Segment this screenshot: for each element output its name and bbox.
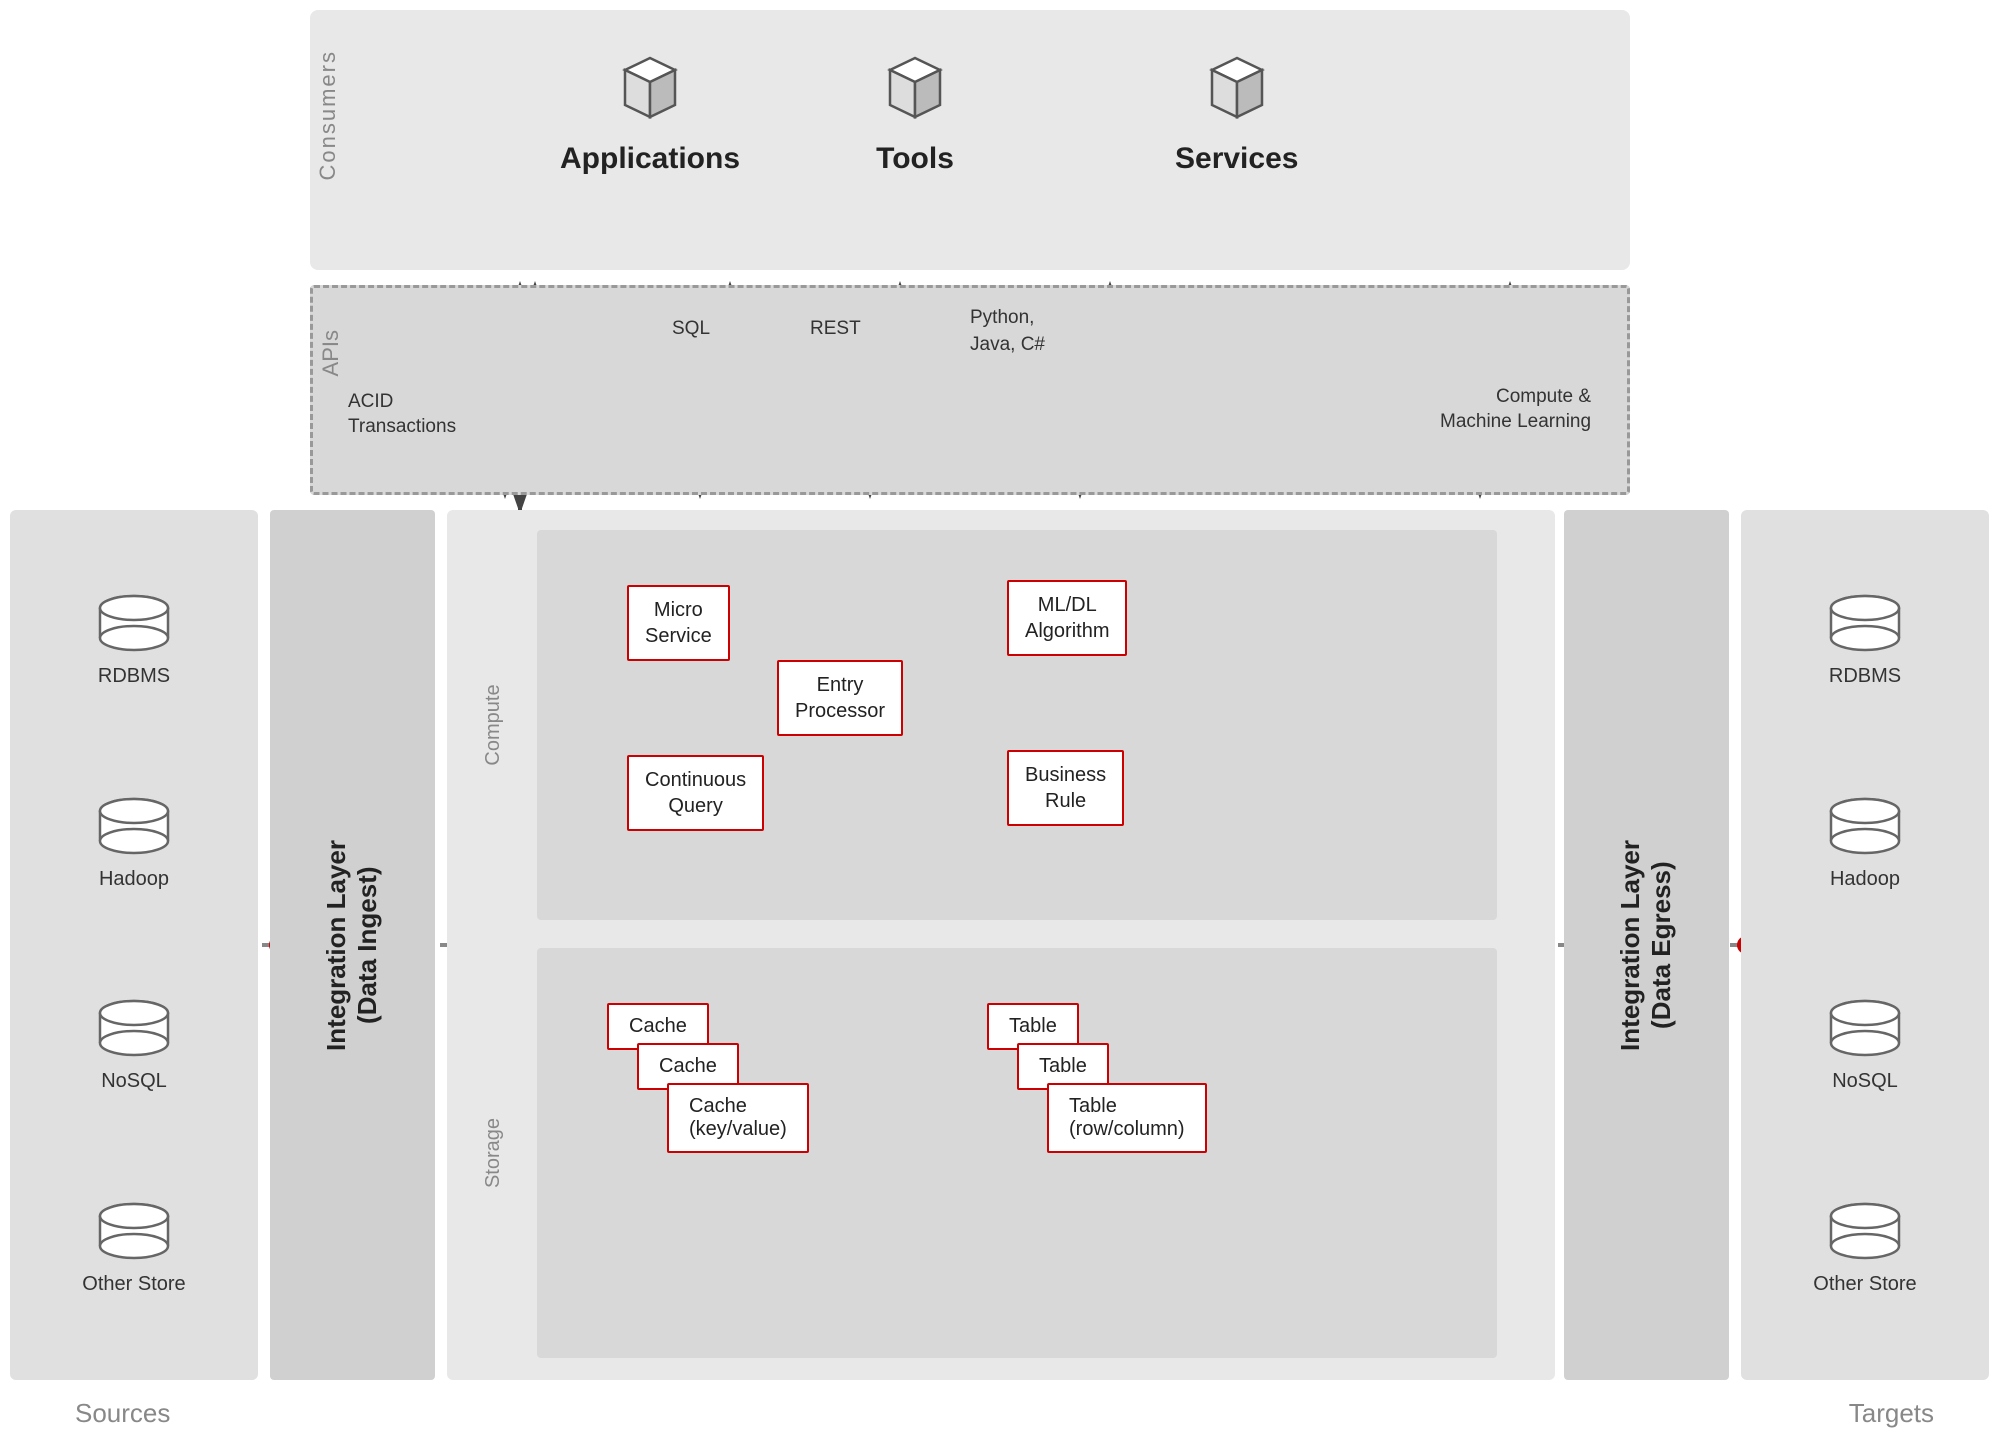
target-nosql: NoSQL (1825, 999, 1905, 1093)
compute-side-label: Compute (482, 684, 505, 765)
sources-label: Sources (75, 1398, 170, 1429)
ml-dl-algorithm-box: ML/DLAlgorithm (1007, 580, 1127, 656)
targets-label: Targets (1849, 1398, 1934, 1429)
hadoop-icon (94, 797, 174, 862)
tools-label: Tools (876, 142, 954, 176)
services-label: Services (1175, 142, 1298, 176)
integration-egress-panel: Integration Layer(Data Egress) (1564, 510, 1729, 1380)
apis-label: APIs (318, 330, 344, 376)
consumer-services: Services (1175, 40, 1298, 176)
acid-transactions-label: ACIDTransactions (348, 390, 456, 439)
source-nosql-label: NoSQL (101, 1070, 167, 1093)
tools-icon (870, 40, 960, 130)
source-nosql: NoSQL (94, 999, 174, 1093)
target-hadoop: Hadoop (1825, 797, 1905, 891)
consumers-box (310, 10, 1630, 270)
target-other-store-label: Other Store (1813, 1273, 1916, 1296)
target-other-store: Other Store (1813, 1202, 1916, 1296)
services-icon (1192, 40, 1282, 130)
nosql-icon (94, 999, 174, 1064)
storage-side-label: Storage (482, 1118, 505, 1188)
diagram-container: Consumers Applications Tools Services AP… (0, 0, 1999, 1432)
integration-ingest-panel: Integration Layer(Data Ingest) (270, 510, 435, 1380)
target-nosql-icon (1825, 999, 1905, 1064)
consumer-tools: Tools (870, 40, 960, 176)
source-other-store: Other Store (82, 1202, 185, 1296)
consumers-label: Consumers (315, 50, 345, 180)
rest-label: REST (810, 318, 861, 340)
other-store-source-icon (94, 1202, 174, 1267)
micro-service-box: MicroService (627, 585, 730, 661)
applications-label: Applications (560, 142, 740, 176)
compute-ml-label: Compute &Machine Learning (1440, 385, 1591, 434)
source-other-store-label: Other Store (82, 1273, 185, 1296)
cache-box-3: Cache(key/value) (667, 1083, 809, 1153)
applications-icon (605, 40, 695, 130)
consumer-applications: Applications (560, 40, 740, 176)
source-hadoop: Hadoop (94, 797, 174, 891)
entry-processor-box: EntryProcessor (777, 660, 903, 736)
sources-panel: RDBMS Hadoop NoSQL (10, 510, 258, 1380)
target-rdbms: RDBMS (1825, 594, 1905, 688)
continuous-query-box: ContinuousQuery (627, 755, 764, 831)
integration-egress-label: Integration Layer(Data Egress) (1615, 840, 1677, 1051)
integration-ingest-label: Integration Layer(Data Ingest) (321, 840, 383, 1051)
target-rdbms-label: RDBMS (1829, 665, 1901, 688)
target-hadoop-label: Hadoop (1830, 868, 1900, 891)
target-hadoop-icon (1825, 797, 1905, 862)
table-box-3: Table(row/column) (1047, 1083, 1207, 1153)
business-rule-box: BusinessRule (1007, 750, 1124, 826)
source-rdbms-label: RDBMS (98, 665, 170, 688)
source-rdbms: RDBMS (94, 594, 174, 688)
central-area: Compute MicroService EntryProcessor ML/D… (447, 510, 1555, 1380)
targets-panel: RDBMS Hadoop NoSQL (1741, 510, 1989, 1380)
target-rdbms-icon (1825, 594, 1905, 659)
target-nosql-label: NoSQL (1832, 1070, 1898, 1093)
rdbms-icon (94, 594, 174, 659)
sql-label: SQL (672, 318, 710, 340)
compute-section: Compute MicroService EntryProcessor ML/D… (537, 530, 1497, 920)
storage-section: Storage Cache Cache Cache(key/value) Tab… (537, 948, 1497, 1358)
source-hadoop-label: Hadoop (99, 868, 169, 891)
other-store-target-icon (1825, 1202, 1905, 1267)
python-java-csharp-label: Python,Java, C# (970, 305, 1045, 358)
